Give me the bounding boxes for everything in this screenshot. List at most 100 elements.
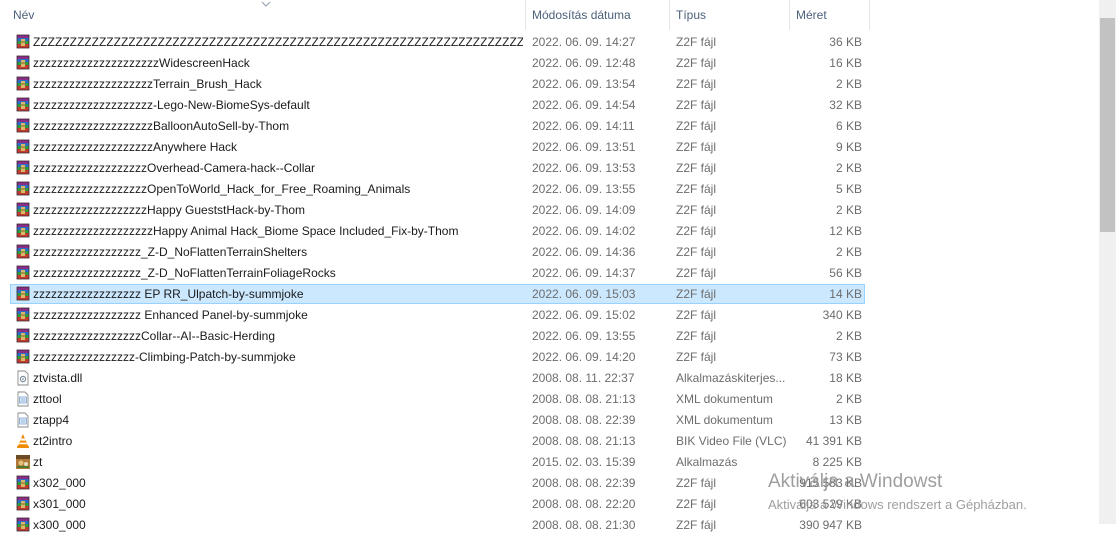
file-type: Z2F fájl <box>676 140 717 154</box>
file-name[interactable]: zzzzzzzzzzzzzzzzzzzzAnywhere Hack <box>33 138 523 156</box>
file-name[interactable]: zzzzzzzzzzzzzzzzzzzzzWidescreenHack <box>33 54 523 72</box>
scrollbar-thumb[interactable] <box>1100 18 1115 232</box>
file-name[interactable]: ztvista.dll <box>33 369 523 387</box>
file-row[interactable]: zttool 2008. 08. 08. 21:13 XML dokumentum 2… <box>10 389 865 409</box>
column-header-date[interactable]: Módosítás dátuma <box>532 0 631 30</box>
file-row[interactable]: zzzzzzzzzzzzzzzzzz Enhanced Panel-by-sum… <box>10 305 865 325</box>
column-header: Név Módosítás dátuma Típus Méret <box>0 0 1100 30</box>
file-type: Z2F fájl <box>676 35 717 49</box>
file-name[interactable]: zzzzzzzzzzzzzzzzzzzz-Lego-New-BiomeSys-d… <box>33 96 523 114</box>
file-row[interactable]: ZZZZZZZZZZZZZZZZZZZZZZZZZZZZZZZZZZZZZZZZ… <box>10 32 865 52</box>
winrar-archive-icon <box>16 244 30 259</box>
file-name[interactable]: zzzzzzzzzzzzzzzzzz_Z-D_NoFlattenTerrainF… <box>33 264 523 282</box>
file-row[interactable]: zzzzzzzzzzzzzzzzzzCollar--AI--Basic-Herd… <box>10 326 865 346</box>
file-size: 13 KB <box>829 413 862 427</box>
file-type: Z2F fájl <box>676 497 717 511</box>
winrar-archive-icon <box>16 517 30 532</box>
winrar-archive-icon <box>16 34 30 49</box>
file-name[interactable]: zzzzzzzzzzzzzzzzz-Climbing-Patch-by-summ… <box>33 348 523 366</box>
file-size: 2 KB <box>835 245 862 259</box>
file-size: 16 KB <box>829 56 862 70</box>
file-type: Z2F fájl <box>676 224 717 238</box>
file-row[interactable]: zzzzzzzzzzzzzzzzzzzzHappy Animal Hack_Bi… <box>10 221 865 241</box>
file-modified-date: 2022. 06. 09. 14:11 <box>532 119 635 133</box>
file-row[interactable]: zt 2015. 02. 03. 15:39 Alkalmazás 8 225 KB <box>10 452 865 472</box>
file-row[interactable]: zzzzzzzzzzzzzzzzzzzHappy GueststHack-by-… <box>10 200 865 220</box>
column-divider[interactable] <box>869 0 870 30</box>
file-row[interactable]: zzzzzzzzzzzzzzzzzzzOverhead-Camera-hack-… <box>10 158 865 178</box>
file-row[interactable]: zzzzzzzzzzzzzzzzzzzz-Lego-New-BiomeSys-d… <box>10 95 865 115</box>
file-name[interactable]: x301_000 <box>33 495 523 513</box>
file-name[interactable]: zzzzzzzzzzzzzzzzzzzzHappy Animal Hack_Bi… <box>33 222 523 240</box>
file-modified-date: 2022. 06. 09. 12:48 <box>532 56 636 70</box>
file-name[interactable]: zzzzzzzzzzzzzzzzzzzzTerrain_Brush_Hack <box>33 75 523 93</box>
file-size: 12 KB <box>829 224 862 238</box>
file-row[interactable]: ztapp4 2008. 08. 08. 22:39 XML dokumentum 1… <box>10 410 865 430</box>
file-row[interactable]: x301_000 2008. 08. 08. 22:20 Z2F fájl 603 5… <box>10 494 865 514</box>
file-type: Z2F fájl <box>676 350 717 364</box>
file-type: Z2F fájl <box>676 518 717 532</box>
file-type: Z2F fájl <box>676 119 717 133</box>
file-type: Z2F fájl <box>676 161 717 175</box>
file-row[interactable]: zzzzzzzzzzzzzzzzzz_Z-D_NoFlattenTerrainF… <box>10 263 865 283</box>
file-size: 32 KB <box>829 98 862 112</box>
file-row[interactable]: zzzzzzzzzzzzzzzzz-Climbing-Patch-by-summ… <box>10 347 865 367</box>
winrar-archive-icon <box>16 97 30 112</box>
winrar-archive-icon <box>16 118 30 133</box>
file-row[interactable]: zt2intro 2008. 08. 08. 21:13 BIK Video Fil… <box>10 431 865 451</box>
column-header-name[interactable]: Név <box>13 0 34 30</box>
column-header-size[interactable]: Méret <box>796 0 827 30</box>
file-row[interactable]: zzzzzzzzzzzzzzzzzzzOpenToWorld_Hack_for_… <box>10 179 865 199</box>
file-modified-date: 2008. 08. 08. 22:20 <box>532 497 636 511</box>
column-divider[interactable] <box>669 0 670 30</box>
file-row[interactable]: zzzzzzzzzzzzzzzzzzzzzWidescreenHack 2022.… <box>10 53 865 73</box>
file-size: 36 KB <box>829 35 862 49</box>
file-size: 603 529 KB <box>799 497 862 511</box>
file-row[interactable]: ztvista.dll 2008. 08. 11. 22:37 Alkalmazás… <box>10 368 865 388</box>
column-divider[interactable] <box>525 0 526 30</box>
file-row[interactable]: x300_000 2008. 08. 08. 21:30 Z2F fájl 390 9… <box>10 515 865 535</box>
file-size: 73 KB <box>829 350 862 364</box>
winrar-archive-icon <box>16 223 30 238</box>
file-name[interactable]: zzzzzzzzzzzzzzzzzz_Z-D_NoFlattenTerrainS… <box>33 243 523 261</box>
file-type: XML dokumentum <box>676 413 773 427</box>
winrar-archive-icon <box>16 496 30 511</box>
file-size: 915 583 KB <box>799 476 862 490</box>
file-modified-date: 2022. 06. 09. 15:03 <box>532 287 636 301</box>
file-row[interactable]: zzzzzzzzzzzzzzzzzzzzBalloonAutoSell-by-T… <box>10 116 865 136</box>
file-name[interactable]: ZZZZZZZZZZZZZZZZZZZZZZZZZZZZZZZZZZZZZZZZ… <box>33 33 523 51</box>
file-name[interactable]: zzzzzzzzzzzzzzzzzzCollar--AI--Basic-Herd… <box>33 327 523 345</box>
column-divider[interactable] <box>789 0 790 30</box>
file-row[interactable]: zzzzzzzzzzzzzzzzzzzzAnywhere Hack 2022. 0… <box>10 137 865 157</box>
file-size: 41 391 KB <box>805 434 862 448</box>
file-name[interactable]: zzzzzzzzzzzzzzzzzzzHappy GueststHack-by-… <box>33 201 523 219</box>
file-modified-date: 2022. 06. 09. 13:55 <box>532 329 636 343</box>
file-row[interactable]: x302_000 2008. 08. 08. 22:39 Z2F fájl 915 5… <box>10 473 865 493</box>
file-name[interactable]: zzzzzzzzzzzzzzzzzz EP RR_Ulpatch-by-summ… <box>33 285 523 303</box>
vertical-scrollbar[interactable] <box>1099 0 1116 524</box>
file-modified-date: 2008. 08. 08. 22:39 <box>532 476 636 490</box>
file-modified-date: 2022. 06. 09. 15:02 <box>532 308 636 322</box>
file-name[interactable]: zzzzzzzzzzzzzzzzzzzOpenToWorld_Hack_for_… <box>33 180 523 198</box>
file-modified-date: 2022. 06. 09. 13:51 <box>532 140 636 154</box>
file-name[interactable]: zzzzzzzzzzzzzzzzzzzOverhead-Camera-hack-… <box>33 159 523 177</box>
file-name[interactable]: zzzzzzzzzzzzzzzzzzzzBalloonAutoSell-by-T… <box>33 117 523 135</box>
file-row[interactable]: zzzzzzzzzzzzzzzzzz_Z-D_NoFlattenTerrainS… <box>10 242 865 262</box>
file-name[interactable]: zttool <box>33 390 523 408</box>
file-name[interactable]: x300_000 <box>33 516 523 534</box>
file-name[interactable]: ztapp4 <box>33 411 523 429</box>
winrar-archive-icon <box>16 181 30 196</box>
file-size: 6 KB <box>835 119 862 133</box>
file-row[interactable]: zzzzzzzzzzzzzzzzzz EP RR_Ulpatch-by-summ… <box>10 284 865 304</box>
file-row[interactable]: zzzzzzzzzzzzzzzzzzzzTerrain_Brush_Hack 20… <box>10 74 865 94</box>
file-name[interactable]: zt2intro <box>33 432 523 450</box>
winrar-archive-icon <box>16 475 30 490</box>
file-size: 2 KB <box>835 161 862 175</box>
file-name[interactable]: zt <box>33 453 523 471</box>
file-type: Alkalmazás <box>676 455 738 469</box>
file-modified-date: 2022. 06. 09. 13:53 <box>532 161 636 175</box>
file-name[interactable]: zzzzzzzzzzzzzzzzzz Enhanced Panel-by-sum… <box>33 306 523 324</box>
file-type: Z2F fájl <box>676 476 717 490</box>
column-header-type[interactable]: Típus <box>676 0 706 30</box>
file-name[interactable]: x302_000 <box>33 474 523 492</box>
